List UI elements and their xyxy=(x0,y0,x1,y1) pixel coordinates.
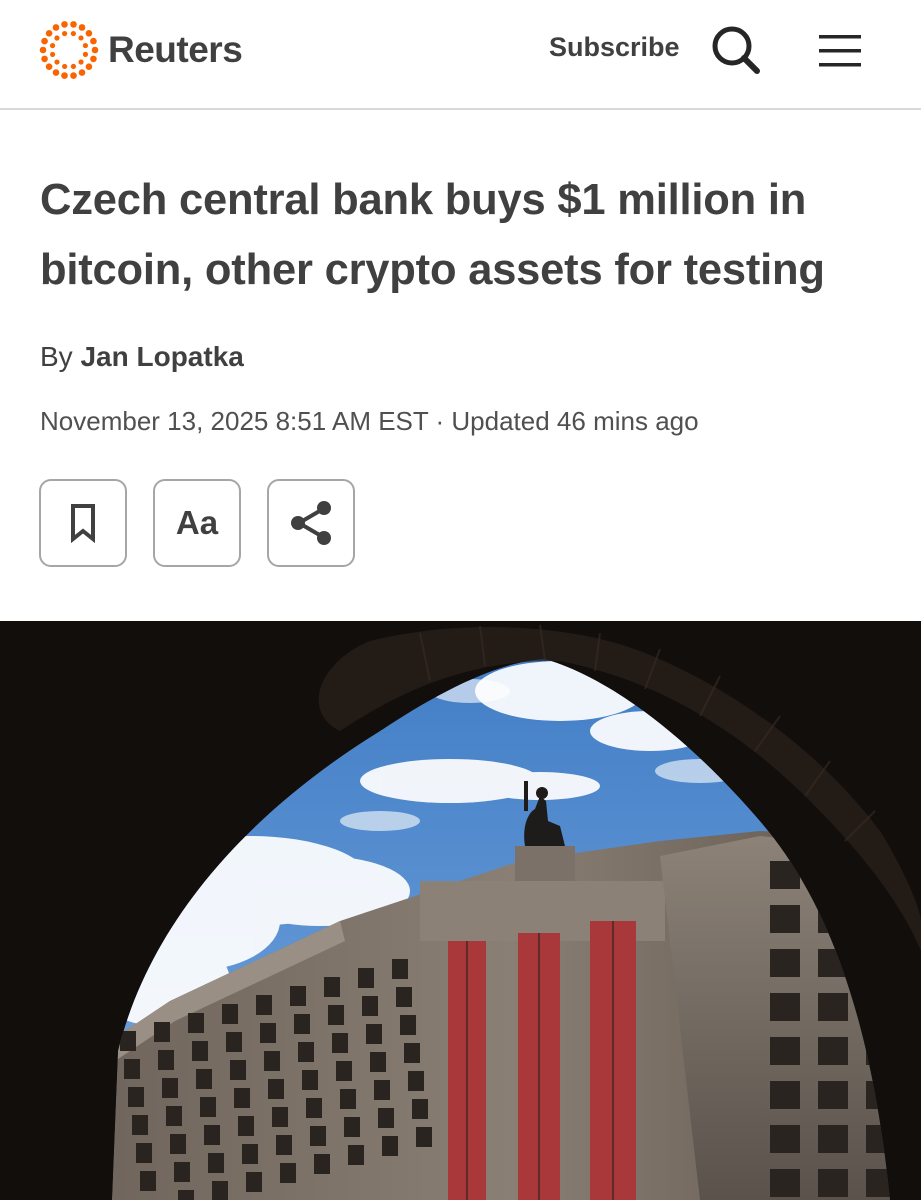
share-icon xyxy=(291,501,331,545)
article-headline: Czech central bank buys $1 million in bi… xyxy=(40,176,825,294)
search-button[interactable] xyxy=(708,24,766,78)
share-button[interactable] xyxy=(267,479,355,567)
logo-text: Reuters xyxy=(108,29,243,70)
menu-button[interactable] xyxy=(815,33,865,69)
article-actions: Aa xyxy=(39,479,355,567)
bookmark-button[interactable] xyxy=(39,479,127,567)
bank-building-photo xyxy=(0,621,921,1200)
article-hero-image[interactable] xyxy=(0,621,921,1200)
subscribe-button[interactable]: Subscribe xyxy=(549,32,680,63)
text-size-button[interactable]: Aa xyxy=(153,479,241,567)
search-icon xyxy=(712,26,760,74)
article-dateline: November 13, 2025 8:51 AM EST · Updated … xyxy=(40,406,699,436)
text-size-label: Aa xyxy=(175,504,219,541)
bookmark-icon xyxy=(71,504,95,543)
reuters-logo[interactable]: Reuters xyxy=(38,20,243,80)
reuters-dots-icon xyxy=(39,21,99,79)
byline-prefix: By xyxy=(40,341,73,372)
author-link[interactable]: Jan Lopatka xyxy=(80,341,243,372)
site-header: Reuters Subscribe xyxy=(0,0,921,110)
byline: By Jan Lopatka xyxy=(40,341,244,373)
hamburger-menu-icon xyxy=(819,35,861,67)
